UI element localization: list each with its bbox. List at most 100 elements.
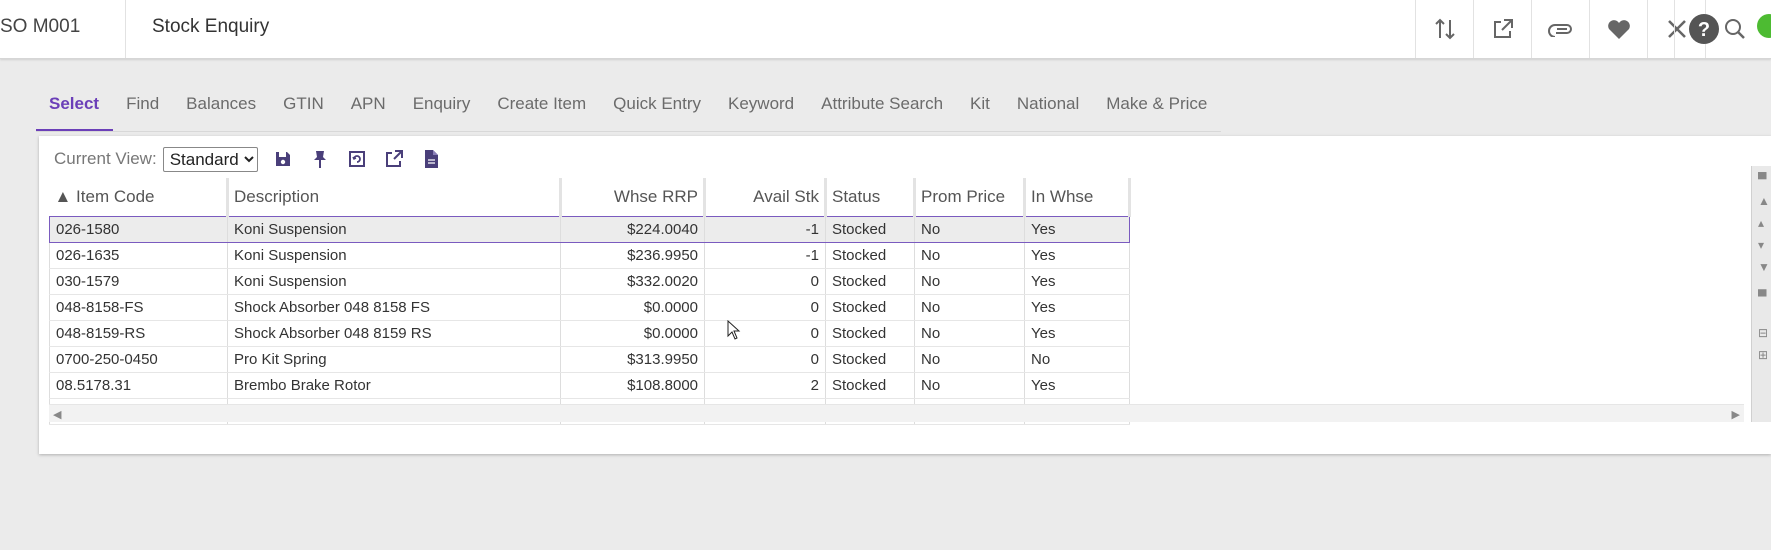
table-row[interactable]: 030-1579 Koni Suspension $332.0020 0 Stocked… bbox=[49, 268, 1130, 295]
cell-avail-stk: 0 bbox=[704, 268, 826, 295]
mouse-cursor-icon bbox=[727, 319, 741, 345]
help-icon[interactable]: ? bbox=[1674, 0, 1732, 58]
pin-icon[interactable] bbox=[308, 147, 332, 171]
current-view-label: Current View: bbox=[54, 149, 157, 168]
col-header-description[interactable]: Description bbox=[227, 178, 562, 216]
cell-in-whse: Yes bbox=[1024, 320, 1130, 347]
open-external-icon[interactable] bbox=[1473, 0, 1531, 58]
cell-in-whse: Yes bbox=[1024, 372, 1130, 399]
table-row[interactable]: 0700-250-0450 Pro Kit Spring $313.9950 0 Sto… bbox=[49, 346, 1130, 373]
cell-whse-rrp: $108.8000 bbox=[560, 372, 705, 399]
tab-enquiry[interactable]: Enquiry bbox=[400, 86, 485, 132]
cell-item-code: 026-1635 bbox=[49, 242, 228, 269]
tab-balances[interactable]: Balances bbox=[173, 86, 270, 132]
expand-icon[interactable]: ⊞ bbox=[1758, 348, 1771, 362]
cell-prom-price: No bbox=[914, 294, 1025, 321]
current-view-select[interactable]: Standard bbox=[162, 146, 258, 172]
tab-national[interactable]: National bbox=[1004, 86, 1093, 132]
cell-whse-rrp: $0.0000 bbox=[560, 320, 705, 347]
cell-in-whse: Yes bbox=[1024, 242, 1130, 269]
tab-kit[interactable]: Kit bbox=[957, 86, 1004, 132]
cell-prom-price: No bbox=[914, 320, 1025, 347]
cell-item-code: 048-8158-FS bbox=[49, 294, 228, 321]
results-panel: Current View: Standard ▲ Item Code Descr… bbox=[39, 136, 1771, 454]
col-header-status[interactable]: Status bbox=[825, 178, 916, 216]
cell-description: Koni Suspension bbox=[227, 215, 561, 243]
scroll-page-down-icon[interactable]: ▼ bbox=[1758, 260, 1771, 274]
grid-side-toolbar: ▀ ▲ ▴ ▾ ▼ ▄ ⊟ ⊞ bbox=[1751, 166, 1771, 422]
cell-avail-stk: 2 bbox=[704, 372, 826, 399]
cell-prom-price: No bbox=[914, 268, 1025, 295]
attachment-icon[interactable] bbox=[1531, 0, 1589, 58]
cell-avail-stk: 0 bbox=[704, 320, 826, 347]
cell-status: Stocked bbox=[825, 242, 915, 269]
table-row[interactable]: 048-8158-FS Shock Absorber 048 8158 FS $0.… bbox=[49, 294, 1130, 321]
col-header-prom-price[interactable]: Prom Price bbox=[914, 178, 1026, 216]
tab-keyword[interactable]: Keyword bbox=[715, 86, 808, 132]
table-row[interactable]: 026-1580 Koni Suspension $224.0040 -1 Stocke… bbox=[49, 215, 1130, 243]
cell-in-whse: Yes bbox=[1024, 268, 1130, 295]
cell-status: Stocked bbox=[825, 268, 915, 295]
scroll-right-icon[interactable]: ▶ bbox=[1732, 408, 1740, 421]
save-icon[interactable] bbox=[271, 147, 295, 171]
horizontal-scrollbar[interactable]: ◀ ▶ bbox=[49, 404, 1744, 422]
tab-divider bbox=[36, 131, 1221, 132]
cell-item-code: 030-1579 bbox=[49, 268, 228, 295]
grid-header-row: ▲ Item Code Description Whse RRP Avail S… bbox=[49, 178, 1131, 216]
cell-in-whse: No bbox=[1024, 346, 1130, 373]
cell-description: Shock Absorber 048 8159 RS bbox=[227, 320, 561, 347]
cell-avail-stk: 0 bbox=[704, 294, 826, 321]
cell-description: Koni Suspension bbox=[227, 242, 561, 269]
tab-gtin[interactable]: GTIN bbox=[270, 86, 338, 132]
collapse-icon[interactable]: ⊟ bbox=[1758, 326, 1771, 340]
reset-view-icon[interactable] bbox=[345, 147, 369, 171]
stock-grid: ▲ Item Code Description Whse RRP Avail S… bbox=[49, 178, 1131, 425]
col-header-in-whse[interactable]: In Whse bbox=[1024, 178, 1131, 216]
cell-status: Stocked bbox=[825, 294, 915, 321]
tab-select[interactable]: Select bbox=[36, 86, 114, 132]
cell-item-code: 048-8159-RS bbox=[49, 320, 228, 347]
favourite-icon[interactable] bbox=[1589, 0, 1647, 58]
cell-in-whse: Yes bbox=[1024, 215, 1130, 243]
cell-description: Koni Suspension bbox=[227, 268, 561, 295]
program-code: SO M001 bbox=[0, 0, 126, 58]
cell-avail-stk: -1 bbox=[704, 242, 826, 269]
scroll-up-icon[interactable]: ▴ bbox=[1758, 216, 1771, 230]
scroll-last-icon[interactable]: ▄ bbox=[1758, 282, 1771, 296]
tab-apn[interactable]: APN bbox=[338, 86, 400, 132]
table-row[interactable]: 08.5178.31 Brembo Brake Rotor $108.8000 2 St… bbox=[49, 372, 1130, 399]
tab-attribute-search[interactable]: Attribute Search bbox=[808, 86, 957, 132]
view-toolbar: Current View: Standard bbox=[54, 146, 443, 172]
tab-create-item[interactable]: Create Item bbox=[484, 86, 600, 132]
tab-quick-entry[interactable]: Quick Entry bbox=[600, 86, 715, 132]
col-header-item-code[interactable]: ▲ Item Code bbox=[49, 178, 229, 216]
table-row[interactable]: 026-1635 Koni Suspension $236.9950 -1 Stocke… bbox=[49, 242, 1130, 269]
scroll-first-icon[interactable]: ▀ bbox=[1758, 172, 1771, 186]
col-header-whse-rrp[interactable]: Whse RRP bbox=[560, 178, 706, 216]
cell-whse-rrp: $224.0040 bbox=[560, 215, 705, 243]
cell-avail-stk: 0 bbox=[704, 346, 826, 373]
table-row[interactable]: 048-8159-RS Shock Absorber 048 8159 RS $0.… bbox=[49, 320, 1130, 347]
tab-find[interactable]: Find bbox=[113, 86, 173, 132]
cell-status: Stocked bbox=[825, 320, 915, 347]
cell-prom-price: No bbox=[914, 372, 1025, 399]
scroll-down-icon[interactable]: ▾ bbox=[1758, 238, 1771, 252]
export-icon[interactable] bbox=[382, 147, 406, 171]
cell-description: Pro Kit Spring bbox=[227, 346, 561, 373]
tab-bar: Select Find Balances GTIN APN Enquiry Cr… bbox=[36, 86, 1221, 132]
cell-status: Stocked bbox=[825, 372, 915, 399]
scroll-left-icon[interactable]: ◀ bbox=[53, 408, 61, 421]
cell-avail-stk: -1 bbox=[704, 215, 826, 243]
cell-whse-rrp: $332.0020 bbox=[560, 268, 705, 295]
svg-text:?: ? bbox=[1697, 19, 1709, 41]
col-header-avail-stk[interactable]: Avail Stk bbox=[704, 178, 827, 216]
cell-in-whse: Yes bbox=[1024, 294, 1130, 321]
tab-make-price[interactable]: Make & Price bbox=[1093, 86, 1221, 132]
sort-icon[interactable] bbox=[1415, 0, 1473, 58]
scroll-page-up-icon[interactable]: ▲ bbox=[1758, 194, 1771, 208]
page-title: Stock Enquiry bbox=[152, 16, 270, 37]
cell-status: Stocked bbox=[825, 346, 915, 373]
cell-description: Shock Absorber 048 8158 FS bbox=[227, 294, 561, 321]
document-icon[interactable] bbox=[419, 147, 443, 171]
cell-whse-rrp: $236.9950 bbox=[560, 242, 705, 269]
